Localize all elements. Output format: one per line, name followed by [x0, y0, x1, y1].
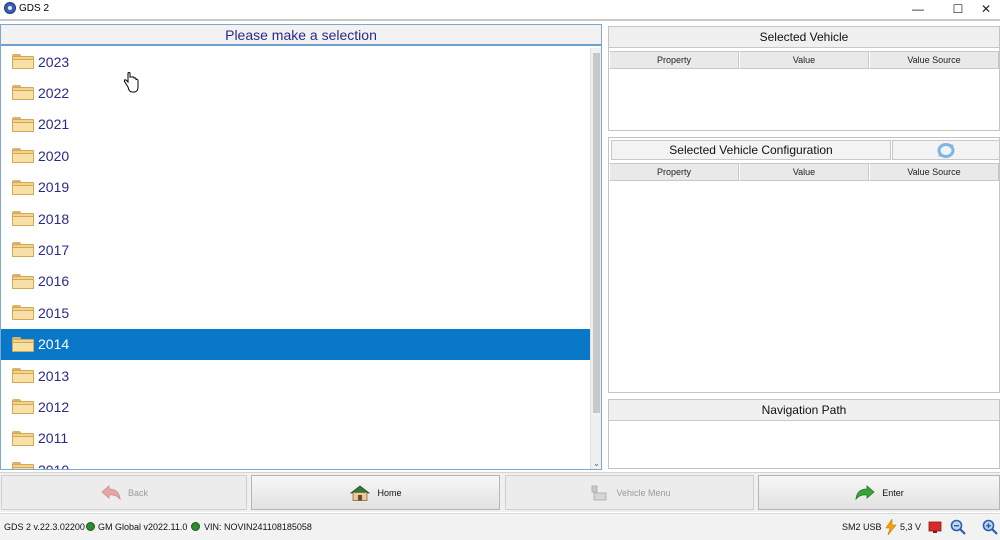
folder-icon: [12, 273, 34, 289]
list-item[interactable]: 2020: [1, 140, 590, 171]
app-version: GDS 2 v.22.3.02200: [4, 522, 85, 532]
list-item-label: 2015: [38, 304, 70, 321]
navigation-path-title: Navigation Path: [609, 400, 999, 421]
folder-icon: [12, 54, 34, 69]
title-divider: [0, 19, 1000, 21]
list-scrollbar[interactable]: ⌄: [590, 48, 601, 469]
voltage-value: 5,3 V: [900, 522, 922, 532]
list-item[interactable]: 2019: [1, 172, 590, 203]
vehicle-configuration-panel: Selected Vehicle Configuration Property …: [608, 137, 1000, 393]
vin-status-icon: [191, 522, 200, 531]
navigation-path-panel: Navigation Path: [608, 399, 1000, 469]
folder-icon: [12, 242, 34, 258]
list-item-label: 2020: [38, 147, 70, 164]
list-item-label: 2018: [38, 210, 70, 227]
scrollbar-thumb[interactable]: [593, 53, 600, 413]
back-label: Back: [127, 487, 148, 498]
vin-text: VIN: NOVIN241108185058: [204, 522, 312, 532]
gm-global-status-icon: [86, 522, 95, 531]
column-header-property[interactable]: Property: [609, 163, 739, 181]
list-item[interactable]: 2013: [1, 360, 590, 391]
list-item-label: 2011: [38, 430, 69, 447]
list-item[interactable]: 2012: [1, 391, 590, 422]
folder-icon: [12, 462, 34, 469]
selected-vehicle-columns: Property Value Value Source: [609, 51, 999, 69]
year-list: 2023 2022 2021 2020 2019 2018 2017 2016 2015 2014…: [1, 48, 590, 469]
list-item-label: 2016: [38, 273, 70, 290]
minimize-button[interactable]: —: [898, 0, 938, 18]
folder-icon: [12, 179, 34, 195]
back-arrow-icon: [101, 484, 121, 500]
zoom-out-icon[interactable]: [950, 519, 966, 535]
home-button[interactable]: Home: [251, 475, 500, 510]
list-item[interactable]: 2016: [1, 266, 590, 297]
title-bar: GDS 2 — ☐ ✕: [0, 0, 1000, 19]
bottom-toolbar: Back Home Vehicle Menu Enter: [0, 472, 1000, 512]
vehicle-configuration-columns: Property Value Value Source: [609, 163, 999, 181]
enter-arrow-icon: [855, 484, 875, 500]
window-title: GDS 2: [19, 3, 50, 14]
folder-icon: [12, 211, 34, 226]
zoom-in-icon[interactable]: [982, 519, 998, 535]
folder-icon: [12, 116, 34, 132]
list-item[interactable]: 2023: [1, 48, 590, 77]
list-item-label: 2017: [38, 241, 70, 258]
scroll-down-arrow-icon[interactable]: ⌄: [592, 459, 601, 468]
list-item-label: 2013: [38, 367, 70, 384]
list-item[interactable]: 2017: [1, 234, 590, 265]
list-item-label: 2010: [38, 462, 69, 469]
list-item[interactable]: 2011: [1, 423, 590, 454]
record-icon[interactable]: [927, 519, 943, 535]
home-label: Home: [377, 487, 402, 498]
list-item-label: 2023: [38, 53, 70, 70]
vehicle-menu-button[interactable]: Vehicle Menu: [505, 475, 754, 510]
list-item-label: 2012: [38, 398, 70, 415]
list-item[interactable]: 2015: [1, 297, 590, 328]
interface-label: SM2 USB: [842, 522, 882, 532]
folder-icon: [12, 399, 34, 415]
refresh-button[interactable]: [892, 140, 1000, 160]
list-item[interactable]: 2021: [1, 109, 590, 140]
selection-header: Please make a selection: [1, 25, 601, 46]
folder-icon: [12, 336, 34, 352]
selection-pane: Please make a selection 2023 2022 2021 2020…: [0, 24, 602, 470]
list-item-label: 2014: [38, 336, 70, 353]
column-header-value-source[interactable]: Value Source: [869, 51, 999, 69]
selected-vehicle-title: Selected Vehicle: [609, 27, 999, 48]
close-button[interactable]: ✕: [966, 0, 1000, 18]
column-header-value[interactable]: Value: [739, 163, 869, 181]
refresh-icon: [937, 143, 955, 158]
home-icon: [350, 484, 371, 501]
column-header-value-source[interactable]: Value Source: [869, 163, 999, 181]
vehicle-menu-icon: [592, 485, 607, 500]
enter-button[interactable]: Enter: [758, 475, 1000, 510]
folder-icon: [12, 430, 34, 446]
list-item[interactable]: 2010: [1, 454, 590, 469]
hand-cursor-icon: [123, 72, 139, 93]
enter-label: Enter: [882, 487, 904, 498]
list-item[interactable]: 2018: [1, 203, 590, 234]
vehicle-configuration-title: Selected Vehicle Configuration: [611, 140, 891, 160]
lightning-icon: [885, 519, 897, 535]
folder-icon: [12, 85, 34, 101]
folder-icon: [12, 305, 34, 321]
status-bar: GDS 2 v.22.3.02200 GM Global v2022.11.0 …: [0, 513, 1000, 540]
column-header-property[interactable]: Property: [609, 51, 739, 69]
list-item-label: 2022: [38, 84, 70, 101]
folder-icon: [12, 368, 34, 383]
vehicle-menu-label: Vehicle Menu: [616, 487, 671, 498]
list-item[interactable]: 2014: [1, 328, 590, 360]
back-button[interactable]: Back: [1, 475, 247, 510]
list-item[interactable]: 2022: [1, 77, 590, 108]
app-logo-icon: [4, 2, 16, 14]
folder-icon: [12, 148, 34, 164]
list-item-label: 2021: [38, 116, 70, 133]
column-header-value[interactable]: Value: [739, 51, 869, 69]
gm-global-version: GM Global v2022.11.0: [98, 522, 188, 532]
selected-vehicle-panel: Selected Vehicle Property Value Value So…: [608, 26, 1000, 131]
list-item-label: 2019: [38, 179, 70, 196]
